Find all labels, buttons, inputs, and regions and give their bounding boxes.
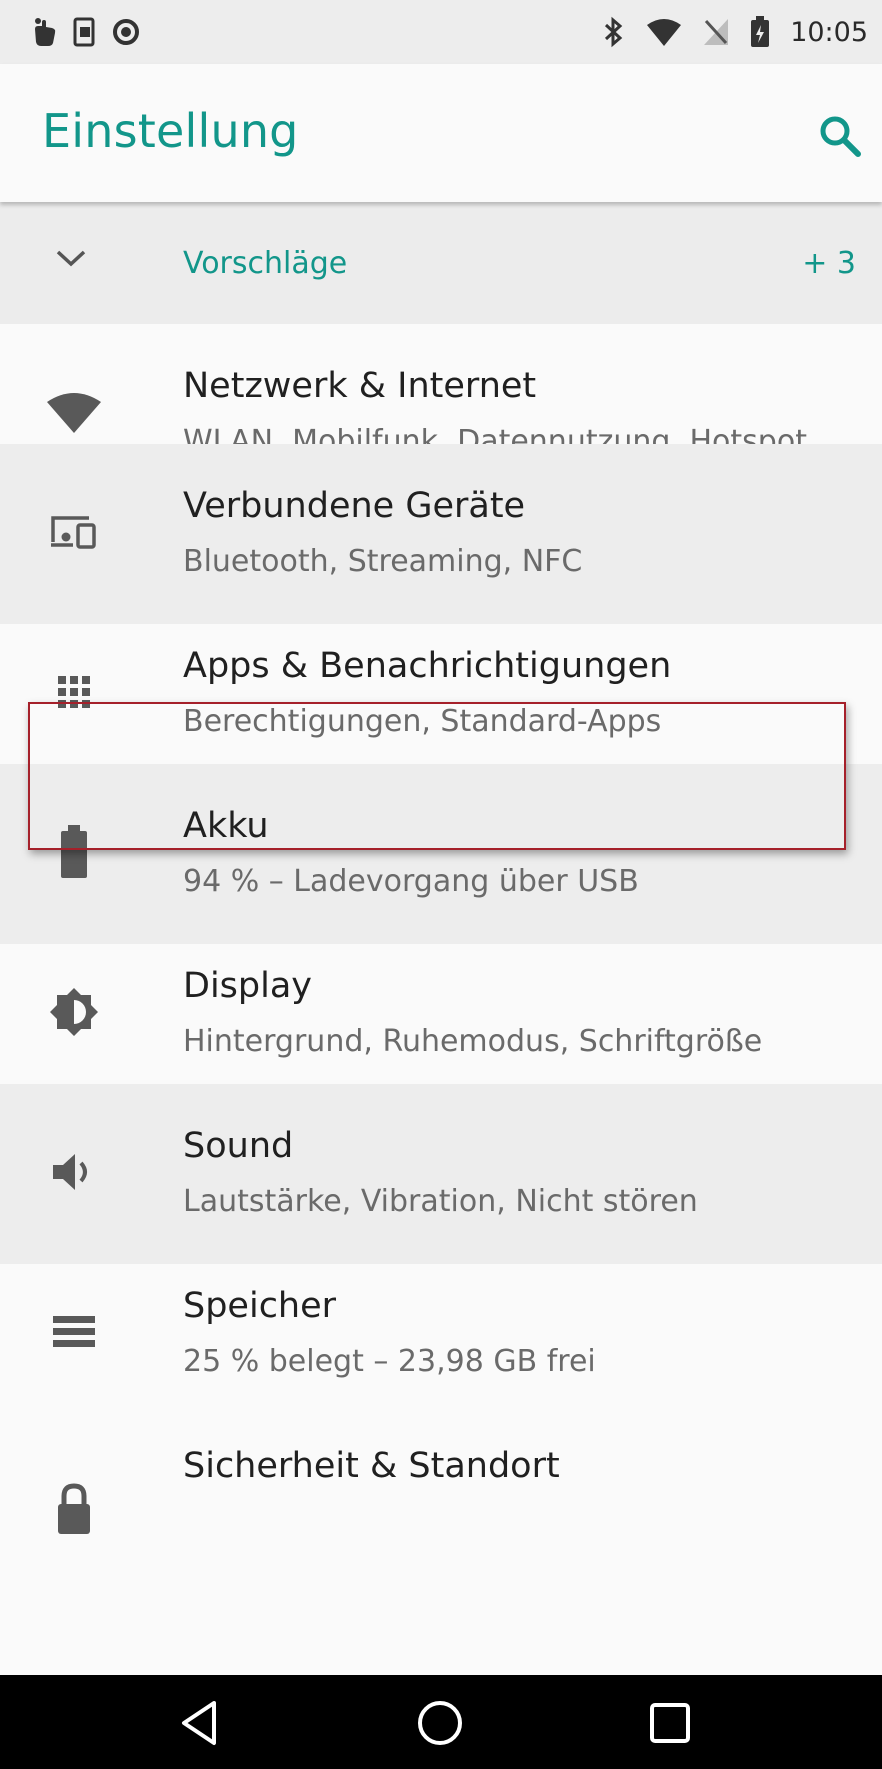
settings-item-title: Speicher xyxy=(183,1286,337,1326)
devices-icon xyxy=(40,498,108,566)
settings-item-title: Verbundene Geräte xyxy=(183,486,526,526)
app-bar: Einstellung xyxy=(0,64,882,202)
chevron-down-icon[interactable] xyxy=(54,246,88,270)
bluetooth-icon xyxy=(605,16,623,48)
navigation-bar xyxy=(0,1675,882,1769)
settings-item-subtitle: Lautstärke, Vibration, Nicht stören xyxy=(183,1184,698,1219)
settings-item-storage[interactable]: Speicher 25 % belegt – 23,98 GB frei xyxy=(0,1244,882,1424)
wifi-icon xyxy=(40,378,108,446)
settings-item-title: Sound xyxy=(183,1126,294,1166)
battery-icon xyxy=(40,818,108,886)
settings-item-subtitle: Berechtigungen, Standard-Apps xyxy=(183,704,662,739)
settings-item-display[interactable]: Display Hintergrund, Ruhemodus, Schriftg… xyxy=(0,924,882,1104)
no-signal-icon xyxy=(704,19,729,45)
settings-item-title: Apps & Benachrichtigungen xyxy=(183,646,672,686)
volume-icon xyxy=(40,1138,108,1206)
settings-item-title: Netzwerk & Internet xyxy=(183,366,537,406)
settings-item-security-location[interactable]: Sicherheit & Standort xyxy=(0,1404,882,1584)
home-icon[interactable] xyxy=(412,1695,468,1751)
status-bar-left xyxy=(32,17,140,47)
status-time: 10:05 xyxy=(790,16,868,48)
wifi-icon xyxy=(647,19,682,46)
back-icon[interactable] xyxy=(172,1695,228,1751)
settings-item-subtitle: Hintergrund, Ruhemodus, Schriftgröße xyxy=(183,1024,763,1059)
suggestions-count: + 3 xyxy=(802,246,856,281)
lock-icon xyxy=(40,1474,108,1542)
settings-item-subtitle: 25 % belegt – 23,98 GB frei xyxy=(183,1344,596,1379)
screenshot-icon xyxy=(73,17,95,47)
storage-icon xyxy=(40,1298,108,1366)
settings-item-connected-devices[interactable]: Verbundene Geräte Bluetooth, Streaming, … xyxy=(0,444,882,624)
suggestions-label: Vorschläge xyxy=(183,246,348,281)
status-bar-right: 10:05 xyxy=(602,16,868,48)
settings-item-subtitle: 94 % – Ladevorgang über USB xyxy=(183,864,639,899)
settings-item-title: Akku xyxy=(183,806,269,846)
recents-icon[interactable] xyxy=(642,1695,698,1751)
settings-item-sound[interactable]: Sound Lautstärke, Vibration, Nicht störe… xyxy=(0,1084,882,1264)
page-title: Einstellung xyxy=(42,104,299,158)
suggestions-header[interactable]: Vorschläge + 3 xyxy=(0,202,882,324)
search-icon[interactable] xyxy=(814,110,866,162)
brightness-icon xyxy=(40,978,108,1046)
settings-item-battery[interactable]: Akku 94 % – Ladevorgang über USB xyxy=(0,764,882,944)
settings-item-apps-notifications[interactable]: Apps & Benachrichtigungen Berechtigungen… xyxy=(0,604,882,784)
circle-icon xyxy=(113,19,139,45)
hand-pointer-icon xyxy=(35,18,56,46)
battery-icon xyxy=(751,16,770,47)
settings-item-title: Display xyxy=(183,966,313,1006)
apps-grid-icon xyxy=(40,658,108,726)
settings-item-title: Sicherheit & Standort xyxy=(183,1446,560,1486)
settings-item-subtitle: Bluetooth, Streaming, NFC xyxy=(183,544,583,579)
status-bar: 10:05 xyxy=(0,0,882,64)
